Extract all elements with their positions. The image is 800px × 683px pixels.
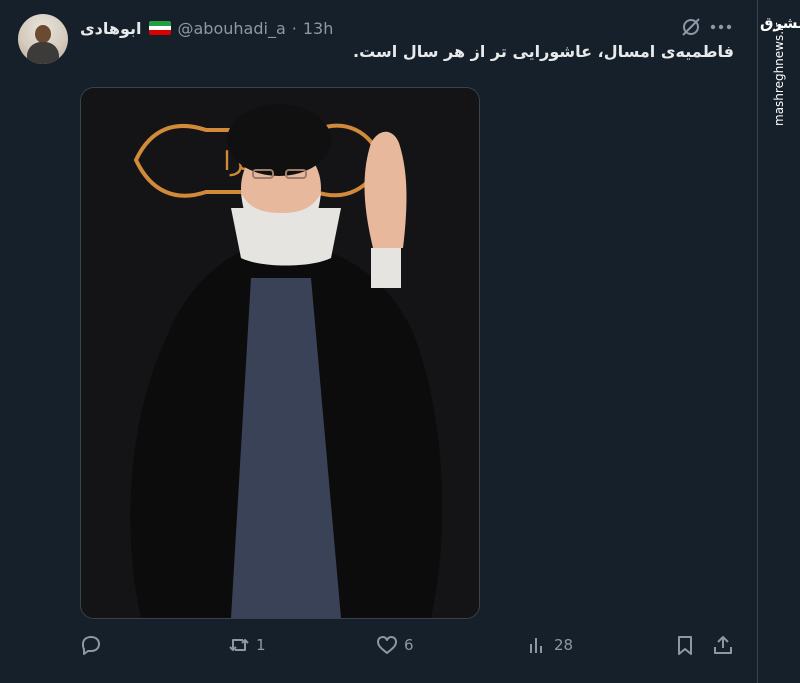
- bookmark-icon: [678, 636, 692, 655]
- reply-icon: [82, 636, 100, 655]
- separator-dot: ·: [291, 18, 297, 38]
- heart-icon: [377, 636, 397, 654]
- watermark-site: mashreghnews.ir: [772, 22, 786, 126]
- retweet-icon: [229, 639, 249, 651]
- iran-flag-icon: [148, 21, 171, 35]
- grok-icon[interactable]: [680, 16, 702, 38]
- more-icon[interactable]: [706, 16, 736, 38]
- timeline-divider: [757, 0, 758, 683]
- avatar[interactable]: [18, 14, 68, 64]
- tweet-header: ابوهادی @abouhadi_a · 13h: [80, 16, 333, 40]
- tweet-text: فاطمیه‌ی امسال، عاشورایی تر از هر سال اس…: [353, 42, 734, 61]
- share-icon: [714, 636, 732, 654]
- views-button[interactable]: 28: [526, 632, 573, 658]
- watermark: مشرق mashreghnews.ir: [760, 6, 800, 126]
- retweet-count: 1: [256, 636, 266, 654]
- handle[interactable]: @abouhadi_a: [178, 19, 286, 38]
- like-count: 6: [404, 636, 414, 654]
- bookmark-button[interactable]: [674, 632, 696, 658]
- like-button[interactable]: 6: [376, 632, 414, 658]
- share-button[interactable]: [712, 632, 734, 658]
- display-name[interactable]: ابوهادی: [80, 19, 142, 38]
- tweet-actions: 1 6 28: [80, 632, 740, 658]
- retweet-button[interactable]: 1: [228, 632, 266, 658]
- views-icon: [530, 638, 542, 653]
- reply-button[interactable]: [80, 632, 108, 658]
- views-count: 28: [554, 636, 574, 654]
- tweet-media-photo[interactable]: یا زهرا: [80, 87, 480, 619]
- timestamp[interactable]: 13h: [303, 19, 334, 38]
- media-illustration: یا زهرا: [81, 88, 479, 618]
